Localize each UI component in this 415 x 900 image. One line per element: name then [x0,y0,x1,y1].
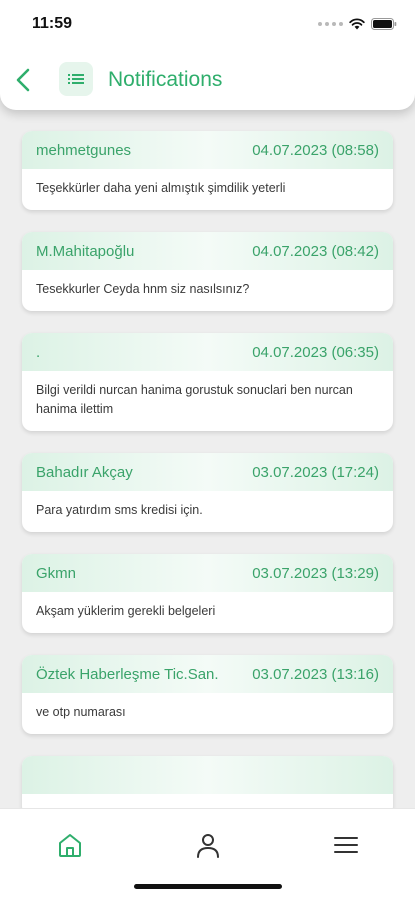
nav-home-button[interactable] [52,827,88,863]
home-indicator [134,884,282,889]
status-time: 11:59 [32,15,73,32]
list-icon [68,74,84,84]
nav-more-button[interactable] [328,827,364,863]
notification-sender: . [36,343,41,361]
notification-list[interactable]: mehmetgunes 04.07.2023 (08:58) Teşekkürl… [0,110,415,808]
chevron-left-icon [16,68,30,92]
menu-button[interactable] [59,62,93,96]
notification-header [22,756,393,794]
battery-icon [371,18,397,30]
notification-message: Teşekkürler daha yeni almıştık şimdilik … [36,181,286,195]
notification-message: Bilgi verildi nurcan hanima gorustuk son… [36,383,353,416]
notification-date: 04.07.2023 (08:58) [252,141,379,159]
notification-header: Öztek Haberleşme Tic.San. 03.07.2023 (13… [22,655,393,693]
home-icon [59,834,81,857]
back-button[interactable] [12,66,36,94]
notification-header: M.Mahitapoğlu 04.07.2023 (08:42) [22,232,393,270]
notification-date: 04.07.2023 (06:35) [252,343,379,361]
notification-date: 03.07.2023 (13:29) [252,564,379,582]
notification-date: 03.07.2023 (13:16) [252,665,379,683]
notification-header: . 04.07.2023 (06:35) [22,333,393,371]
notification-message: ve otp numarası [36,705,126,719]
user-icon [197,834,219,858]
notification-header: Bahadır Akçay 03.07.2023 (17:24) [22,453,393,491]
notification-header: Gkmn 03.07.2023 (13:29) [22,554,393,592]
notification-message: Tesekkurler Ceyda hnm siz nasılsınız? [36,282,250,296]
wifi-icon [349,18,365,30]
notification-card[interactable]: . 04.07.2023 (06:35) Bilgi verildi nurca… [22,333,393,431]
hamburger-icon [334,837,358,853]
page-title: Notifications [108,68,223,91]
notification-sender: M.Mahitapoğlu [36,242,135,260]
notification-header: mehmetgunes 04.07.2023 (08:58) [22,131,393,169]
notification-sender: mehmetgunes [36,141,132,159]
nav-profile-button[interactable] [190,827,226,863]
notification-message [22,794,393,808]
notification-card[interactable] [22,756,393,808]
signal-icon [318,22,343,26]
notification-card[interactable]: Gkmn 03.07.2023 (13:29) Akşam yüklerim g… [22,554,393,633]
status-icons [318,18,397,30]
notification-sender: Gkmn [36,564,77,582]
notification-sender: Bahadır Akçay [36,463,133,481]
notification-message: Akşam yüklerim gerekli belgeleri [36,604,216,618]
notification-date: 04.07.2023 (08:42) [252,242,379,260]
notification-sender: Öztek Haberleşme Tic.San. [36,665,219,683]
notification-card[interactable]: Bahadır Akçay 03.07.2023 (17:24) Para ya… [22,453,393,532]
notification-date: 03.07.2023 (17:24) [252,463,379,481]
app-header: Notifications [0,50,415,110]
notification-message: Para yatırdım sms kredisi için. [36,503,203,517]
notification-card[interactable]: mehmetgunes 04.07.2023 (08:58) Teşekkürl… [22,131,393,210]
status-bar: 11:59 [0,0,415,50]
notification-card[interactable]: M.Mahitapoğlu 04.07.2023 (08:42) Tesekku… [22,232,393,311]
notification-card[interactable]: Öztek Haberleşme Tic.San. 03.07.2023 (13… [22,655,393,734]
